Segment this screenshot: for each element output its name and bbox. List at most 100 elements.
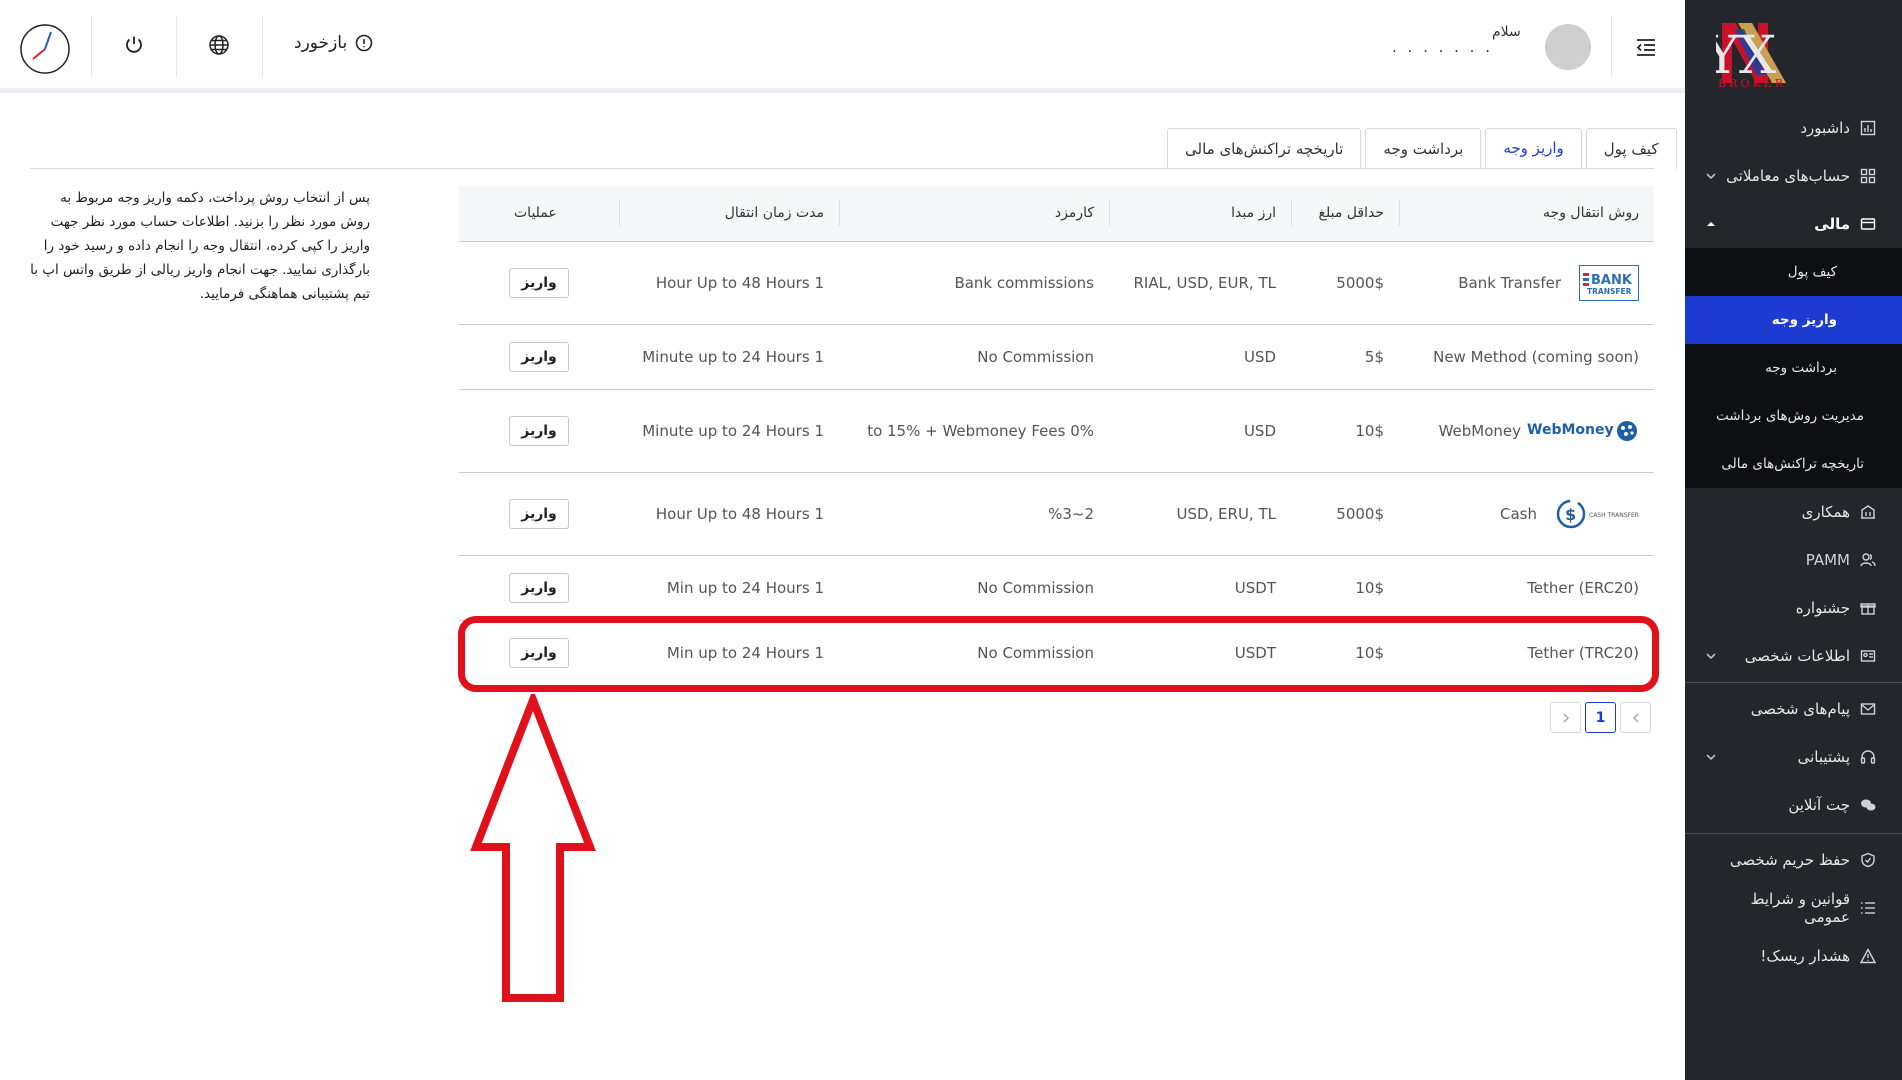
sidebar-item-messages[interactable]: پیام‌های شخصی [1685,685,1902,733]
method-name: Bank Transfer [1458,273,1561,292]
prev-page-button[interactable] [1550,702,1581,733]
sidebar-item-support[interactable]: پشتیبانی [1685,733,1902,781]
globe-icon[interactable] [208,34,230,56]
sidebar-divider [1685,833,1902,834]
method-name: Tether (TRC20) [1527,643,1640,662]
tab-wallet[interactable]: کیف پول [1585,128,1677,169]
sidebar-item-pamm[interactable]: PAMM [1685,536,1902,584]
sidebar-subitem-withdraw-methods[interactable]: مدیریت روش‌های برداشت [1685,392,1902,440]
pagination: 1 [1550,702,1651,733]
table-row: Tether (TRC20) 10$ USDT No Commission 1 … [459,620,1654,686]
actions-cell: واریز [459,472,619,556]
sidebar-subitem-transactions-history[interactable]: تاریخچه تراکنش‌های مالی [1685,440,1902,488]
page-number-button[interactable]: 1 [1585,702,1616,733]
topbar-divider [1611,16,1612,77]
webmoney-logo: WebMoney [1527,418,1639,444]
fee-cell: 2~%3 [839,472,1109,556]
deposit-button[interactable]: واریز [509,637,569,668]
topbar: بازخورد سلام . . . . . . . [0,0,1685,93]
chevron-left-icon [1632,712,1639,723]
method-cell: Tether (TRC20) [1399,620,1654,686]
sidebar-subitem-wallet[interactable]: کیف پول [1685,248,1902,296]
next-page-button[interactable] [1620,702,1651,733]
fee-cell: No Commission [839,620,1109,686]
sidebar-item-label: پیام‌های شخصی [1750,700,1850,718]
deposit-instructions: پس از انتخاب روش پرداخت، دکمه واریز وجه … [30,190,370,302]
power-icon[interactable] [123,34,145,56]
currency-cell: USDT [1109,620,1291,686]
sidebar-item-dashboard[interactable]: داشبورد [1685,104,1902,152]
deposit-button[interactable]: واریز [509,341,569,372]
column-header-duration: مدت زمان انتقال [619,186,839,242]
sidebar-item-online-chat[interactable]: چت آنلاین [1685,781,1902,829]
min-amount-cell: 10$ [1291,555,1399,621]
headset-icon [1860,749,1876,765]
deposit-button[interactable]: واریز [509,415,569,446]
sidebar-item-label: مالی [1814,215,1850,233]
sidebar-item-privacy[interactable]: حفظ حریم شخصی [1685,836,1902,884]
avatar[interactable] [1545,24,1591,70]
fee-cell: No Commission [839,555,1109,621]
bank-transfer-logo: BANK TRANSFER [1579,264,1639,301]
sidebar-item-risk-warning[interactable]: هشدار ریسک! [1685,932,1902,980]
column-header-method: روش انتقال وجه [1399,186,1654,242]
min-amount-cell: 5000$ [1291,472,1399,556]
mail-icon [1860,701,1876,717]
method-cell: Cash $ CASH TRANSFER [1399,472,1654,556]
deposit-button[interactable]: واریز [509,572,569,603]
menu-toggle-icon[interactable] [1635,36,1657,58]
currency-cell: USD [1109,389,1291,473]
sidebar-item-label: داشبورد [1800,119,1850,137]
cash-transfer-logo: $ CASH TRANSFER [1555,497,1639,531]
method-cell: New Method (coming soon) [1399,324,1654,390]
deposit-button[interactable]: واریز [509,498,569,529]
warning-icon [1860,948,1876,964]
sidebar-item-trading-accounts[interactable]: حساب‌های معاملاتی [1685,152,1902,200]
table-row: New Method (coming soon) 5$ USD No Commi… [459,324,1654,390]
tab-withdraw[interactable]: برداشت وجه [1365,128,1482,169]
sidebar-item-terms[interactable]: قوانین و شرایط عمومی [1685,884,1902,932]
sidebar-item-label: قوانین و شرایط عمومی [1750,890,1850,926]
up-arrow-annotation [470,694,596,1002]
duration-cell: 1 Minute up to 24 Hours [619,389,839,473]
column-header-actions: عملیات [459,186,619,242]
duration-cell: 1 Hour Up to 48 Hours [619,241,839,325]
tab-deposit[interactable]: واریز وجه [1485,128,1582,169]
method-cell: Tether (ERC20) [1399,555,1654,621]
method-cell: WebMoney WebMoney [1399,389,1654,473]
chevron-down-icon [1705,650,1717,662]
chevron-down-icon [1705,170,1717,182]
list-icon [1860,900,1876,916]
feedback-button[interactable]: بازخورد [294,33,373,53]
sidebar-item-label: PAMM [1805,551,1850,569]
table-row: Cash $ CASH TRANSFER 5000$ USD, ERU, TL … [459,472,1654,556]
fee-cell: Bank commissions [839,241,1109,325]
svg-text:BROKER: BROKER [1718,77,1786,90]
sidebar-item-personal-info[interactable]: اطلاعات شخصی [1685,632,1902,680]
sidebar-item-finance[interactable]: مالی [1685,200,1902,248]
deposit-button[interactable]: واریز [509,267,569,298]
greeting-text: سلام [1492,24,1521,40]
actions-cell: واریز [459,389,619,473]
deposit-methods-table: روش انتقال وجه حداقل مبلغ ارز مبدا کارمز… [459,186,1654,686]
actions-cell: واریز [459,620,619,686]
fee-cell: 0% to 15% + Webmoney Fees [839,389,1109,473]
sidebar-item-label: جشنواره [1795,599,1850,617]
users-icon [1860,552,1876,568]
id-card-icon [1860,648,1876,664]
method-name: Cash [1500,504,1537,523]
topbar-divider [91,16,92,77]
sidebar-subitem-withdraw[interactable]: برداشت وجه [1685,344,1902,392]
brand-logo[interactable]: YX BROKER [1685,0,1902,104]
chevron-right-icon [1562,712,1569,723]
tab-transactions-history[interactable]: تاریخچه تراکنش‌های مالی [1167,128,1362,169]
svg-text:BANK: BANK [1591,273,1633,288]
sidebar-item-partnership[interactable]: همکاری [1685,488,1902,536]
sidebar-subitem-deposit[interactable]: واریز وجه [1685,296,1902,344]
sidebar-item-label: چت آنلاین [1788,796,1850,814]
clock-icon[interactable] [19,23,71,75]
building-icon [1860,504,1876,520]
actions-cell: واریز [459,555,619,621]
sidebar-item-festival[interactable]: جشنواره [1685,584,1902,632]
fee-cell: No Commission [839,324,1109,390]
